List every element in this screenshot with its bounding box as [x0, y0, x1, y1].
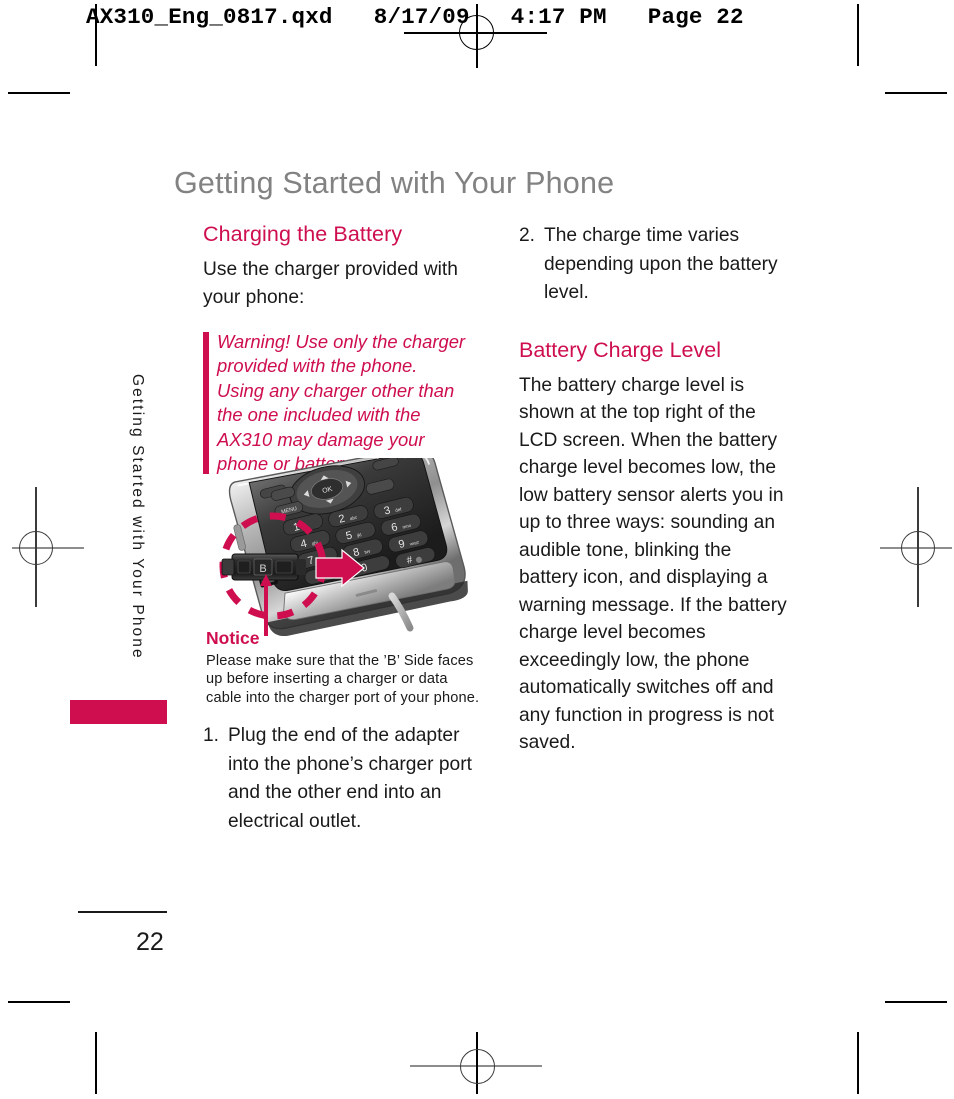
step-1-text: Plug the end of the adapter into the pho…: [228, 725, 472, 832]
prepress-slug: AX310_Eng_0817.qxd 8/17/09 4:17 PM Page …: [86, 4, 744, 30]
charging-intro-text: Use the charger provided with your phone…: [203, 259, 458, 308]
manual-page: AX310_Eng_0817.qxd 8/17/09 4:17 PM Page …: [0, 0, 954, 1099]
section-heading-charging-the-battery: Charging the Battery: [203, 222, 403, 246]
crop-mark-bottom-right-v: [857, 1032, 859, 1094]
crop-mark-bottom-left-v: [95, 1032, 97, 1094]
section-heading-battery-charge-level: Battery Charge Level: [519, 337, 721, 362]
warning-text: Warning! Use only the charger provided w…: [217, 331, 466, 475]
notice-block: Notice Please make sure that the ’B’ Sid…: [206, 628, 484, 707]
battery-charge-level-body: The battery charge level is shown at the…: [519, 374, 787, 754]
page-number: 22: [136, 928, 164, 956]
crop-mark-bottom-right-h: [885, 1001, 947, 1003]
warning-callout: Warning! Use only the charger provided w…: [203, 330, 469, 476]
left-column: Charging the Battery Use the charger pro…: [203, 222, 479, 311]
charger-connector: B: [221, 553, 306, 581]
notice-body: Please make sure that the ’B’ Side faces…: [206, 653, 480, 706]
page-title: Getting Started with Your Phone: [174, 166, 615, 201]
crop-mark-top-left-h: [8, 92, 70, 94]
svg-text:B: B: [259, 563, 266, 575]
step-1-item: 1. Plug the end of the adapter into the …: [203, 722, 483, 836]
crop-mark-top-right-v: [857, 4, 859, 66]
notice-title: Notice: [206, 628, 260, 648]
footer-rule: [78, 911, 167, 913]
step-1-number: 1.: [203, 725, 220, 746]
crop-mark-bottom-left-h: [8, 1001, 70, 1003]
step-2-text: The charge time varies depending upon th…: [544, 225, 778, 303]
right-column: 2. The charge time varies depending upon…: [519, 222, 795, 757]
charger-port-illustration: OK SPEED ⌂ MENU: [196, 458, 486, 636]
crop-mark-top-right-h: [885, 92, 947, 94]
step-2-number: 2.: [519, 225, 536, 246]
chapter-thumb-tab: [70, 700, 167, 724]
running-head-vertical: Getting Started with Your Phone: [129, 374, 146, 660]
step-2-item: 2. The charge time varies depending upon…: [519, 222, 795, 308]
